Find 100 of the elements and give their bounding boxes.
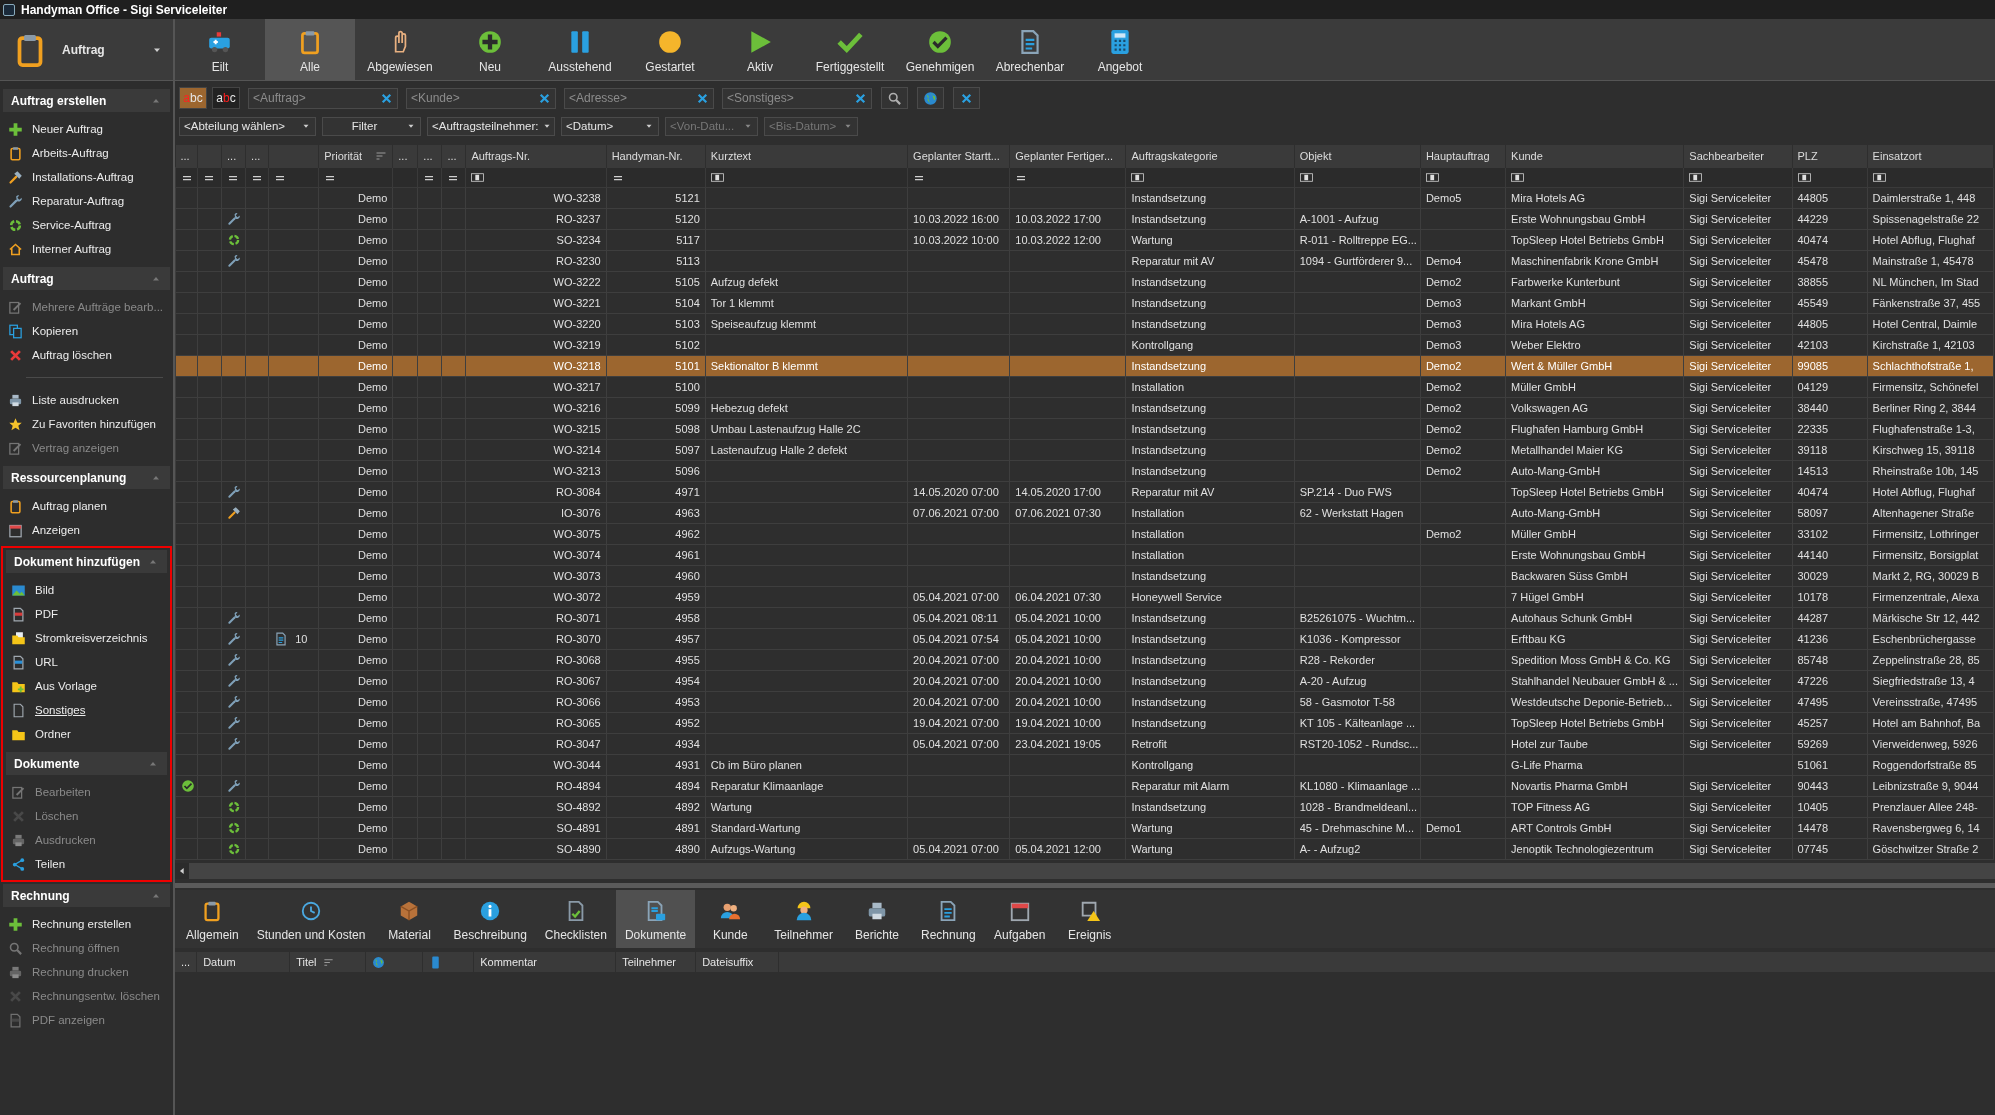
column-header[interactable]: ... [245, 145, 269, 168]
column-header[interactable]: Teilnehmer [616, 952, 697, 972]
table-row[interactable]: Demo RO-3066 4953 20.04.2021 07:00 20.04.2021 10:00 Instandsetzung 58 - Gasmotor T-58 Westdeutsche Deponie-Betrieb... Sigi Serviceleiter 47495 Vereinsstraße, 47495 [175, 691, 1994, 713]
column-header[interactable]: Priorität [318, 145, 393, 168]
sidebar-item[interactable]: Neuer Auftrag [0, 117, 173, 141]
sidebar-item[interactable]: Bild [3, 578, 170, 602]
column-header[interactable]: ... [175, 145, 198, 168]
sidebar-item[interactable]: Ordner [3, 722, 170, 746]
table-row[interactable]: Demo RO-3047 4934 05.04.2021 07:00 23.04.2021 19:05 Retrofit RST20-1052 - Rundsc... Hotel zur Taube Sigi Serviceleiter 59269 Vierweidenweg, 5926 [175, 733, 1994, 755]
globe-button[interactable] [917, 87, 944, 109]
section-header[interactable]: Rechnung [3, 884, 170, 907]
detail-tab[interactable]: Material [374, 890, 445, 948]
column-header[interactable]: Auftragskategorie [1125, 145, 1295, 168]
toolbar-button[interactable]: Gestartet [625, 19, 715, 80]
sidebar-item[interactable]: Auftrag löschen [0, 343, 173, 367]
detail-tab[interactable]: Berichte [841, 890, 912, 948]
table-row[interactable]: Demo WO-3075 4962 Installation Demo2 Müller GmbH Sigi Serviceleiter 33102 Firmensitz, Lothringer [175, 523, 1994, 545]
detail-tab[interactable]: Kunde [695, 890, 766, 948]
table-row[interactable]: Demo WO-3238 5121 Instandsetzung Demo5 Mira Hotels AG Sigi Serviceleiter 44805 Daimlerstraße 1, 448 [175, 187, 1994, 209]
search-field[interactable]: <Kunde> [406, 87, 556, 109]
sidebar-item[interactable]: Interner Auftrag [0, 237, 173, 261]
section-header[interactable]: Auftrag [3, 267, 170, 290]
table-row[interactable]: Demo SO-4891 4891 Standard-Wartung Wartung 45 - Drehmaschine M... Demo1 ART Controls GmbH Sigi Serviceleiter 14478 Ravensbergweg 6, 14 [175, 817, 1994, 839]
dropdown[interactable]: Filter [322, 116, 421, 136]
column-header[interactable]: Kunde [1505, 145, 1684, 168]
toolbar-button[interactable]: Abgewiesen [355, 19, 445, 80]
text-style-toggle[interactable]: abc [179, 87, 207, 109]
column-header[interactable]: PLZ [1792, 145, 1868, 168]
clear-button[interactable] [953, 87, 980, 109]
column-header[interactable]: Geplanter Fertiger... [1009, 145, 1126, 168]
table-row[interactable]: Demo WO-3220 5103 Speiseaufzug klemmt Instandsetzung Demo3 Mira Hotels AG Sigi Serviceleiter 44805 Hotel Central, Daimle [175, 313, 1994, 335]
search-field[interactable]: <Sonstiges> [722, 87, 872, 109]
table-row[interactable]: Demo RO-3067 4954 20.04.2021 07:00 20.04.2021 10:00 Instandsetzung A-20 - Aufzug Stahlhandel Neubauer GmbH & ... Sigi Serviceleiter 47226 Siegfriedstraße 13, 4 [175, 670, 1994, 692]
toolbar-button[interactable]: Fertiggestellt [805, 19, 895, 80]
sidebar-item[interactable]: Service-Auftrag [0, 213, 173, 237]
toolbar-button[interactable]: Alle [265, 19, 355, 80]
text-style-toggle[interactable]: abc [212, 87, 240, 109]
sidebar-item[interactable]: Anzeigen [0, 518, 173, 542]
detail-tab[interactable]: Beschreibung [444, 890, 536, 948]
column-header[interactable]: Kommentar [474, 952, 617, 972]
table-row[interactable]: 10 Demo RO-3070 4957 05.04.2021 07:54 05.04.2021 10:00 Instandsetzung K1036 - Kompressor Erftbau KG Sigi Serviceleiter 41236 Eschenbrüchergasse [175, 628, 1994, 650]
table-row[interactable]: Demo WO-3073 4960 Instandsetzung Backwaren Süss GmbH Sigi Serviceleiter 30029 Markt 2, RG, 30029 B [175, 565, 1994, 587]
table-row[interactable]: Demo WO-3217 5100 Installation Demo2 Müller GmbH Sigi Serviceleiter 04129 Firmensitz, Schönefel [175, 376, 1994, 398]
table-row[interactable]: Demo RO-3230 5113 Reparatur mit AV 1094 - Gurtförderer 9... Demo4 Maschinenfabrik Krone GmbH Sigi Serviceleiter 45478 Mainstraße 1, 45478 [175, 250, 1994, 272]
table-row[interactable]: Demo WO-3214 5097 Lastenaufzug Halle 2 defekt Instandsetzung Demo2 Metallhandel Maier KG Sigi Serviceleiter 39118 Kirschweg 15, 39118 [175, 439, 1994, 461]
toolbar-button[interactable]: Eilt [175, 19, 265, 80]
toolbar-button[interactable]: Genehmigen [895, 19, 985, 80]
column-header[interactable]: ... [417, 145, 442, 168]
column-header[interactable]: Einsatzort [1867, 145, 1994, 168]
column-header[interactable]: Dateisuffix [696, 952, 780, 972]
column-header[interactable]: Titel [290, 952, 367, 972]
dropdown[interactable]: <Abteilung wählen> [179, 116, 316, 136]
sidebar-item[interactable]: Teilen [3, 852, 170, 876]
table-row[interactable]: Demo WO-3219 5102 Kontrollgang Demo3 Weber Elektro Sigi Serviceleiter 42103 Kirchstraße 1, 42103 [175, 334, 1994, 356]
sidebar-item[interactable]: Stromkreisverzeichnis [3, 626, 170, 650]
table-row[interactable]: Demo RO-3065 4952 19.04.2021 07:00 19.04.2021 10:00 Instandsetzung KT 105 - Kälteanlage ... TopSleep Hotel Betriebs GmbH Sigi Serviceleiter 45257 Hotel am Bahnhof, Ba [175, 712, 1994, 734]
detail-tab[interactable]: Checklisten [535, 890, 616, 948]
toolbar-button[interactable]: Aktiv [715, 19, 805, 80]
section-header[interactable]: Auftrag erstellen [3, 89, 170, 112]
toolbar-button[interactable]: Neu [445, 19, 535, 80]
table-row[interactable]: Demo SO-4890 4890 Aufzugs-Wartung 05.04.2021 07:00 05.04.2021 12:00 Wartung A- - Aufzug2 Jenoptik Technologiezentrum Sigi Serviceleiter 07745 Göschwitzer Straße 2 [175, 838, 1994, 860]
sidebar-item[interactable]: Arbeits-Auftrag [0, 141, 173, 165]
sidebar-item[interactable]: Zu Favoriten hinzufügen [0, 412, 173, 436]
sidebar-item[interactable]: Rechnung erstellen [0, 912, 173, 936]
search-button[interactable] [881, 87, 908, 109]
sidebar-item[interactable]: Installations-Auftrag [0, 165, 173, 189]
table-row[interactable]: Demo RO-3068 4955 20.04.2021 07:00 20.04.2021 10:00 Instandsetzung R28 - Rekorder Spedition Moss GmbH & Co. KG Sigi Serviceleiter 85748 Zeppelinstraße 28, 85 [175, 649, 1994, 671]
sidebar-item[interactable]: Auftrag planen [0, 494, 173, 518]
table-row[interactable]: Demo WO-3074 4961 Installation Erste Wohnungsbau GmbH Sigi Serviceleiter 44140 Firmensitz, Borsigplat [175, 544, 1994, 566]
detail-tab[interactable]: Allgemein [177, 890, 248, 948]
column-header[interactable]: Geplanter Startt... [907, 145, 1010, 168]
column-header[interactable]: Handyman-Nr. [606, 145, 706, 168]
sidebar-item[interactable]: URL [3, 650, 170, 674]
column-header[interactable]: Kurztext [705, 145, 908, 168]
sidebar-item[interactable]: Reparatur-Auftrag [0, 189, 173, 213]
table-row[interactable]: Demo WO-3044 4931 Cb im Büro planen Kontrollgang G-Life Pharma 51061 Roggendorfstraße 85 [175, 754, 1994, 776]
table-row[interactable]: Demo WO-3216 5099 Hebezug defekt Instandsetzung Demo2 Volkswagen AG Sigi Serviceleiter 38440 Berliner Ring 2, 3844 [175, 397, 1994, 419]
column-header[interactable]: Objekt [1294, 145, 1421, 168]
section-header[interactable]: Ressourcenplanung [3, 466, 170, 489]
table-row[interactable]: Demo WO-3213 5096 Instandsetzung Demo2 Auto-Mang-GmbH Sigi Serviceleiter 14513 Rheinstraße 10b, 145 [175, 460, 1994, 482]
column-header[interactable]: Hauptauftrag [1420, 145, 1506, 168]
table-row[interactable]: Demo SO-3234 5117 10.03.2022 10:00 10.03.2022 12:00 Wartung R-011 - Rolltreppe EG... TopSleep Hotel Betriebs GmbH Sigi Serviceleiter 40474 Hotel Abflug, Flughaf [175, 229, 1994, 251]
detail-tab[interactable]: Aufgaben [984, 890, 1055, 948]
sidebar-item[interactable]: Aus Vorlage [3, 674, 170, 698]
toolbar-button[interactable]: Ausstehend [535, 19, 625, 80]
column-header[interactable]: ... [441, 145, 466, 168]
sidebar-item[interactable]: Liste ausdrucken [0, 388, 173, 412]
horizontal-scrollbar[interactable] [175, 863, 1995, 879]
sidebar-item[interactable]: Kopieren [0, 319, 173, 343]
detail-tab[interactable]: Dokumente [615, 890, 696, 948]
column-header[interactable]: ... [175, 952, 198, 972]
sidebar-item[interactable]: Sonstiges [3, 698, 170, 722]
dropdown[interactable]: <Datum> [561, 116, 659, 136]
sidebar-item[interactable]: PDF [3, 602, 170, 626]
table-row[interactable]: Demo IO-3076 4963 07.06.2021 07:00 07.06.2021 07:30 Installation 62 - Werkstatt Hagen Auto-Mang-GmbH Sigi Serviceleiter 58097 Altenhagener Straße [175, 502, 1994, 524]
table-row[interactable]: Demo WO-3221 5104 Tor 1 klemmt Instandsetzung Demo3 Markant GmbH Sigi Serviceleiter 45549 Fänkenstraße 37, 455 [175, 292, 1994, 314]
table-row[interactable]: Demo RO-3071 4958 05.04.2021 08:11 05.04.2021 10:00 Instandsetzung B25261075 - Wuchtm... Autohaus Schunk GmbH Sigi Serviceleiter 44287 Märkische Str 12, 442 [175, 607, 1994, 629]
table-row[interactable]: Demo RO-3237 5120 10.03.2022 16:00 10.03.2022 17:00 Instandsetzung A-1001 - Aufzug Erste Wohnungsbau GmbH Sigi Serviceleiter 44229 Spissenagelstraße 22 [175, 208, 1994, 230]
section-header[interactable]: Dokumente [6, 752, 167, 775]
table-row[interactable]: Demo WO-3218 5101 Sektionaltor B klemmt Instandsetzung Demo2 Wert & Müller GmbH Sigi Serviceleiter 99085 Schlachthofstraße 1, [175, 355, 1994, 377]
